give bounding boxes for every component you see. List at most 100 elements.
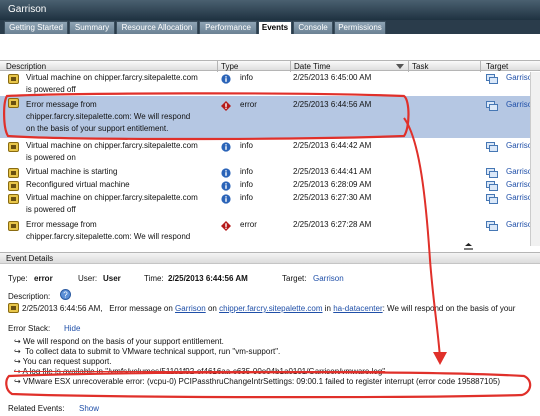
- event-description: Virtual machine on chipper.farcry.sitepa…: [26, 73, 198, 82]
- event-type: info: [240, 180, 253, 189]
- time-value: 2/25/2013 6:44:56 AM: [168, 274, 248, 283]
- stack-item: ↪ A log file is available in "/vmfs/volu…: [14, 367, 386, 376]
- user-label: User:: [78, 274, 98, 283]
- vm-target-icon: [486, 221, 498, 231]
- event-description-cont: is powered off: [26, 205, 76, 214]
- event-description-cont: is powered on: [26, 153, 76, 162]
- tab-permissions[interactable]: Permissions: [334, 21, 386, 34]
- stack-item-highlighted: ↪ VMware ESX unrecoverable error: (vcpu-…: [14, 377, 501, 386]
- error-icon: [221, 101, 231, 111]
- event-datetime: 2/25/2013 6:28:09 AM: [293, 180, 372, 189]
- event-description: Error message from: [26, 220, 97, 229]
- col-task[interactable]: Task: [412, 62, 428, 71]
- show-related-link[interactable]: Show: [79, 404, 99, 413]
- vm-event-icon: [8, 142, 19, 152]
- events-scrollbar[interactable]: [530, 72, 540, 246]
- window-title: Garrison: [8, 4, 47, 15]
- event-datetime: 2/25/2013 6:44:41 AM: [293, 167, 372, 176]
- event-row[interactable]: Virtual machine is starting info 2/25/20…: [0, 166, 540, 178]
- stack-item: ↪ We will respond on the basis of your s…: [14, 337, 224, 346]
- time-label: Time:: [144, 274, 164, 283]
- event-datetime: 2/25/2013 6:45:00 AM: [293, 73, 372, 82]
- col-datetime[interactable]: Date Time: [294, 62, 330, 71]
- tab-resource-allocation[interactable]: Resource Allocation: [116, 21, 198, 34]
- error-icon: [221, 221, 231, 231]
- vm-event-icon: [8, 303, 19, 313]
- tab-events[interactable]: Events: [258, 21, 292, 34]
- help-icon[interactable]: ?: [60, 289, 71, 300]
- event-description-cont: chipper.farcry.sitepalette.com: We will …: [26, 232, 191, 241]
- vm-target-icon: [486, 168, 498, 178]
- stack-item: ↪ To collect data to submit to VMware te…: [14, 347, 281, 356]
- error-stack-label: Error Stack:: [8, 324, 51, 333]
- info-icon: [221, 142, 231, 152]
- sort-descending-icon: [396, 64, 404, 69]
- vm-target-icon: [486, 74, 498, 84]
- vm-target-icon: [486, 101, 498, 111]
- host-link[interactable]: chipper.farcry.sitepalette.com: [219, 304, 322, 313]
- info-icon: [221, 181, 231, 191]
- stack-item: ↪ You can request support.: [14, 357, 112, 366]
- tab-console[interactable]: Console: [293, 21, 333, 34]
- event-datetime: 2/25/2013 6:44:42 AM: [293, 141, 372, 150]
- event-type: info: [240, 193, 253, 202]
- event-type: error: [240, 220, 257, 229]
- event-type: error: [240, 100, 257, 109]
- vm-event-icon: [8, 98, 19, 108]
- event-details-title: Event Details: [6, 254, 54, 263]
- col-target[interactable]: Target: [486, 62, 508, 71]
- svg-text:?: ?: [63, 290, 68, 299]
- vm-event-icon: [8, 168, 19, 178]
- error-stack-list: ↪ We will respond on the basis of your s…: [14, 337, 534, 387]
- event-description: Virtual machine is starting: [26, 167, 118, 176]
- event-type: info: [240, 141, 253, 150]
- vm-target-icon: [486, 181, 498, 191]
- event-description-cont: on the basis of your support entitlement…: [26, 124, 169, 133]
- event-row[interactable]: Error message from chipper.farcry.sitepa…: [0, 219, 540, 243]
- description-text: 2/25/2013 6:44:56 AM, Error message on G…: [22, 304, 516, 313]
- event-type: info: [240, 73, 253, 82]
- description-label: Description:: [8, 292, 51, 301]
- window-title-bar: Garrison: [0, 0, 540, 20]
- vm-event-icon: [8, 74, 19, 84]
- event-row[interactable]: Virtual machine on chipper.farcry.sitepa…: [0, 192, 540, 216]
- target-label: Target:: [282, 274, 307, 283]
- event-description: Virtual machine on chipper.farcry.sitepa…: [26, 141, 198, 150]
- event-description: Error message from: [26, 100, 97, 109]
- event-datetime: 2/25/2013 6:44:56 AM: [293, 100, 372, 109]
- type-label: Type:: [8, 274, 28, 283]
- tab-summary[interactable]: Summary: [69, 21, 115, 34]
- event-details-header: Event Details: [0, 252, 540, 264]
- target-value-link[interactable]: Garrison: [313, 274, 344, 283]
- events-table-header: Description Type Date Time Task Target: [0, 60, 540, 72]
- hide-stack-link[interactable]: Hide: [64, 324, 80, 333]
- col-type[interactable]: Type: [221, 62, 238, 71]
- info-icon: [221, 194, 231, 204]
- event-row[interactable]: Reconfigured virtual machine info 2/25/2…: [0, 179, 540, 191]
- vm-link[interactable]: Garrison: [175, 304, 206, 313]
- tab-getting-started[interactable]: Getting Started: [4, 21, 68, 34]
- vm-event-icon: [8, 194, 19, 204]
- tab-performance[interactable]: Performance: [199, 21, 257, 34]
- event-row[interactable]: Virtual machine on chipper.farcry.sitepa…: [0, 140, 540, 164]
- type-value: error: [34, 274, 53, 283]
- related-events-label: Related Events:: [8, 404, 65, 413]
- info-icon: [221, 168, 231, 178]
- vm-event-icon: [8, 221, 19, 231]
- event-row-selected[interactable]: Error message from chipper.farcry.sitepa…: [0, 96, 540, 138]
- user-value: User: [103, 274, 121, 283]
- event-description-cont: is powered off: [26, 85, 76, 94]
- event-description: Reconfigured virtual machine: [26, 180, 130, 189]
- event-row[interactable]: Virtual machine on chipper.farcry.sitepa…: [0, 72, 540, 96]
- tab-bar: Getting Started Summary Resource Allocat…: [0, 20, 540, 34]
- vm-target-icon: [486, 142, 498, 152]
- vm-target-icon: [486, 194, 498, 204]
- vm-event-icon: [8, 181, 19, 191]
- info-icon: [221, 74, 231, 84]
- datacenter-link[interactable]: ha-datacenter: [333, 304, 382, 313]
- event-description-cont: chipper.farcry.sitepalette.com: We will …: [26, 112, 191, 121]
- event-description: Virtual machine on chipper.farcry.sitepa…: [26, 193, 198, 202]
- event-datetime: 2/25/2013 6:27:28 AM: [293, 220, 372, 229]
- col-description[interactable]: Description: [6, 62, 46, 71]
- event-datetime: 2/25/2013 6:27:30 AM: [293, 193, 372, 202]
